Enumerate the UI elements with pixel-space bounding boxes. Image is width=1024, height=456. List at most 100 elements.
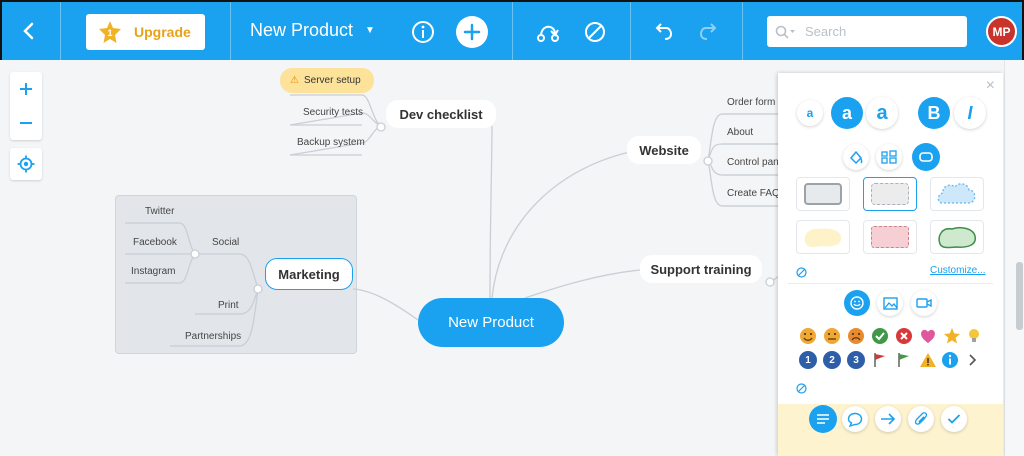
- security-tests-node[interactable]: Security tests: [303, 107, 363, 118]
- chevron-right-icon[interactable]: [963, 351, 981, 369]
- customize-link[interactable]: Customize...: [930, 265, 986, 276]
- fill-style-button[interactable]: [843, 144, 869, 170]
- style-green-blob[interactable]: [930, 220, 984, 254]
- cross-circle-icon[interactable]: [895, 327, 913, 345]
- warning-icon[interactable]: [919, 351, 937, 369]
- facebook-node[interactable]: Facebook: [133, 237, 177, 248]
- undo-button[interactable]: [650, 19, 676, 45]
- backup-system-node[interactable]: Backup system: [297, 137, 365, 148]
- scrollbar-thumb[interactable]: [1016, 262, 1023, 330]
- star-icon[interactable]: [943, 327, 961, 345]
- clear-style-icon[interactable]: [796, 265, 807, 283]
- connect-button[interactable]: [535, 19, 561, 45]
- dev-checklist-node[interactable]: Dev checklist: [386, 100, 496, 128]
- text-lines-icon: [817, 414, 829, 424]
- video-tab-button[interactable]: [911, 290, 937, 316]
- zoom-in-button[interactable]: [10, 72, 42, 106]
- red-flag-icon[interactable]: [871, 351, 889, 369]
- create-faq-node[interactable]: Create FAQ: [727, 188, 780, 199]
- icons-tab-button[interactable]: [844, 290, 870, 316]
- control-panel-node[interactable]: Control pan: [727, 157, 779, 168]
- warning-icon: ⚠: [290, 75, 299, 86]
- image-icon: [882, 296, 898, 310]
- avatar[interactable]: MP: [986, 16, 1017, 47]
- undo-icon: [655, 23, 673, 40]
- paperclip-icon: [914, 412, 928, 425]
- style-yellow-blob[interactable]: [796, 220, 850, 254]
- clear-icon-icon[interactable]: [796, 381, 807, 399]
- priority-1-icon[interactable]: 1: [799, 351, 817, 369]
- notes-button[interactable]: [809, 405, 837, 433]
- back-button[interactable]: [14, 16, 44, 46]
- task-button[interactable]: [941, 406, 967, 432]
- instagram-node[interactable]: Instagram: [131, 266, 175, 277]
- redo-button[interactable]: [696, 19, 722, 45]
- plus-icon: [20, 83, 32, 95]
- minus-icon: [20, 122, 32, 124]
- sad-face-icon[interactable]: [847, 327, 865, 345]
- checkmark-icon: [947, 414, 961, 424]
- order-form-node[interactable]: Order form: [727, 97, 775, 108]
- font-size-large-button[interactable]: a: [866, 97, 898, 129]
- rounded-rect-icon: [919, 152, 933, 162]
- website-node[interactable]: Website: [627, 136, 701, 164]
- add-node-button[interactable]: [456, 16, 488, 48]
- social-node[interactable]: Social: [212, 237, 239, 248]
- root-node[interactable]: New Product: [418, 298, 564, 347]
- prohibited-icon: [585, 22, 605, 42]
- support-training-node[interactable]: Support training: [640, 255, 762, 283]
- font-size-medium-button[interactable]: a: [831, 97, 863, 129]
- smile-face-icon[interactable]: [799, 327, 817, 345]
- zoom-out-button[interactable]: [10, 106, 42, 140]
- twitter-node[interactable]: Twitter: [145, 206, 174, 217]
- search-icon: [775, 25, 795, 39]
- neutral-face-icon[interactable]: [823, 327, 841, 345]
- green-blob-icon: [938, 226, 976, 249]
- priority-2-icon[interactable]: 2: [823, 351, 841, 369]
- priority-3-icon[interactable]: 3: [847, 351, 865, 369]
- link-button[interactable]: [875, 406, 901, 432]
- attachment-button[interactable]: [908, 406, 934, 432]
- connection-icon: [537, 25, 559, 42]
- chevron-left-icon: [23, 22, 34, 40]
- close-icon[interactable]: ×: [986, 77, 995, 95]
- info-button[interactable]: [410, 19, 436, 45]
- partnerships-node[interactable]: Partnerships: [185, 331, 241, 342]
- center-map-button[interactable]: [10, 148, 42, 180]
- vertical-scrollbar[interactable]: [1004, 60, 1024, 456]
- layout-style-button[interactable]: [876, 144, 902, 170]
- search-input[interactable]: [805, 24, 955, 39]
- marketing-node[interactable]: Marketing: [265, 258, 353, 290]
- map-title: New Product: [250, 20, 354, 40]
- map-title-dropdown[interactable]: New Product ▼: [250, 20, 375, 41]
- upgrade-label: Upgrade: [134, 24, 191, 40]
- style-blue-cloud[interactable]: [930, 177, 984, 211]
- plus-icon: [463, 23, 481, 41]
- layout-icon: [881, 150, 897, 164]
- upgrade-button[interactable]: 1 Upgrade: [86, 14, 205, 50]
- bold-button[interactable]: B: [918, 97, 950, 129]
- lightbulb-icon[interactable]: [965, 327, 983, 345]
- server-setup-node[interactable]: ⚠ Server setup: [280, 68, 374, 93]
- shape-style-button[interactable]: [912, 143, 940, 171]
- check-circle-icon[interactable]: [871, 327, 889, 345]
- disable-button[interactable]: [582, 19, 608, 45]
- redo-icon: [699, 23, 717, 40]
- info-circle-icon[interactable]: [941, 351, 959, 369]
- search-box: [767, 16, 967, 47]
- style-dashed-rect[interactable]: [863, 177, 917, 211]
- style-pink-dashed[interactable]: [863, 220, 917, 254]
- green-flag-icon[interactable]: [895, 351, 913, 369]
- heart-icon[interactable]: [919, 327, 937, 345]
- italic-button[interactable]: I: [954, 97, 986, 129]
- video-icon: [916, 298, 932, 308]
- print-node[interactable]: Print: [218, 300, 239, 311]
- style-gray-rect[interactable]: [796, 177, 850, 211]
- about-node[interactable]: About: [727, 127, 753, 138]
- font-size-small-button[interactable]: a: [797, 100, 823, 126]
- star-badge-icon: 1: [99, 21, 121, 43]
- comment-button[interactable]: [842, 406, 868, 432]
- image-tab-button[interactable]: [877, 290, 903, 316]
- svg-text:1: 1: [107, 28, 112, 38]
- top-toolbar: 1 Upgrade New Product ▼ MP: [0, 0, 1024, 62]
